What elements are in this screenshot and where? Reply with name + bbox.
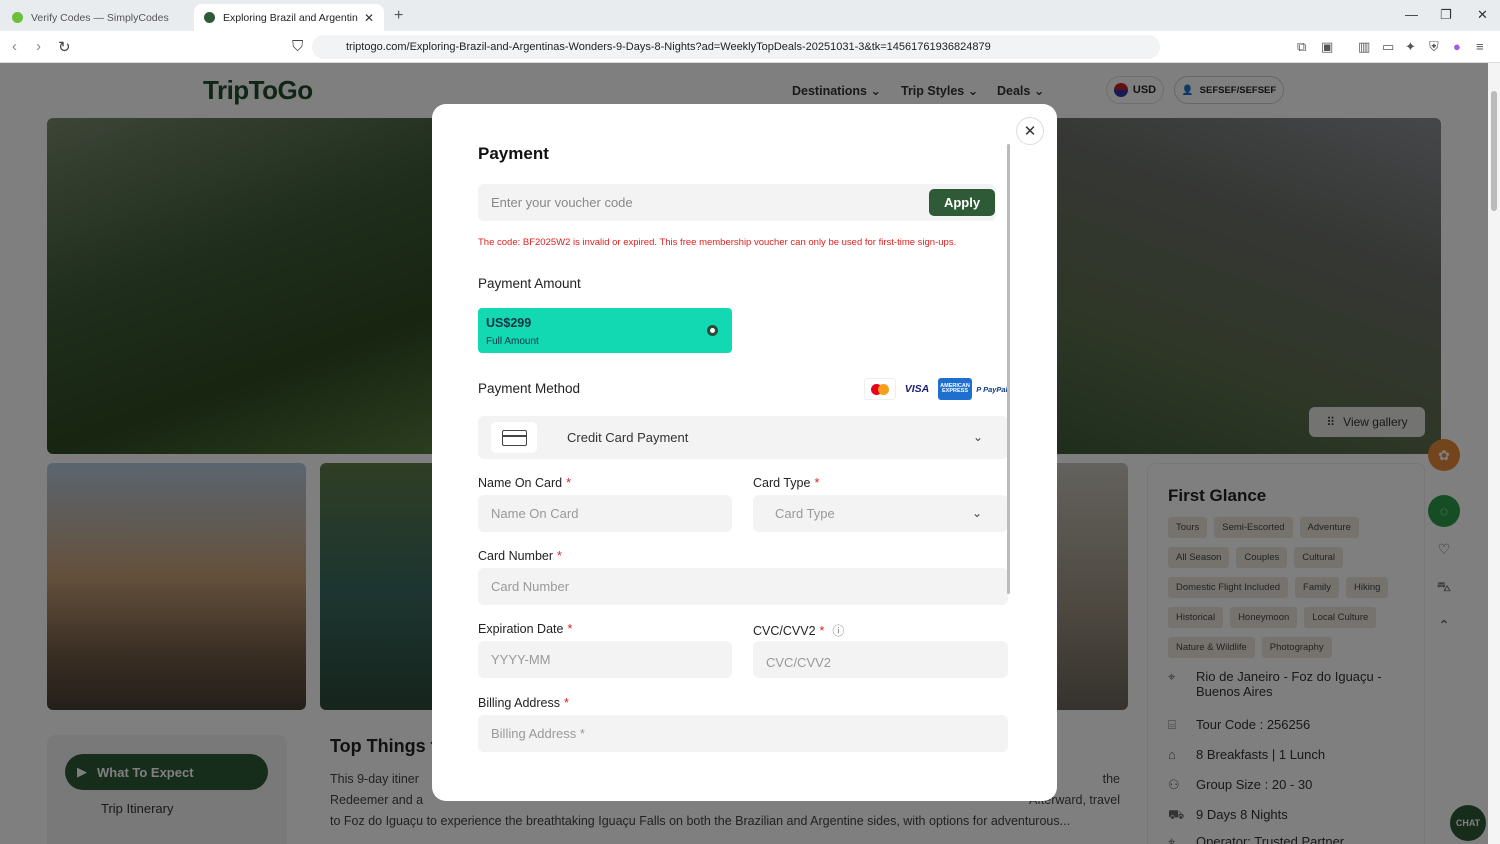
paypal-icon: P PayPal (976, 384, 1008, 394)
billing-address-field (478, 715, 1008, 752)
accepted-cards: VISA AMERICAN EXPRESS P PayPal (864, 378, 1008, 400)
card-type-label: Card Type * (753, 476, 819, 490)
amount-value: US$299 (486, 316, 532, 330)
scrollbar-thumb[interactable] (1491, 91, 1497, 211)
voucher-error-message: The code: BF2025W2 is invalid or expired… (478, 237, 957, 248)
field-label: CVC/CVV2 (753, 624, 816, 638)
page-scrollbar[interactable] (1488, 63, 1500, 844)
field-label: Card Type (753, 476, 811, 490)
tab-title: Verify Codes — SimplyCodes (31, 11, 169, 24)
sidebar-icon[interactable]: ▥ (1358, 39, 1370, 55)
extensions-icon[interactable]: ⧉ (1297, 39, 1306, 55)
field-label: Card Number (478, 549, 554, 563)
required-mark: * (566, 476, 571, 490)
close-window-button[interactable]: ✕ (1477, 7, 1488, 23)
field-label: Name On Card (478, 476, 563, 490)
name-on-card-field (478, 495, 732, 532)
voucher-field: Apply (478, 184, 996, 221)
triptogo-favicon-icon (204, 12, 215, 23)
selected-radio-icon[interactable] (707, 325, 718, 336)
card-number-field (478, 568, 1008, 605)
required-mark: * (819, 624, 825, 638)
apply-voucher-button[interactable]: Apply (929, 189, 995, 216)
browser-tab-bar: Verify Codes — SimplyCodes Exploring Bra… (0, 0, 1500, 31)
payment-title: Payment (478, 144, 549, 163)
leo-icon[interactable]: ✦ (1405, 39, 1416, 55)
close-modal-button[interactable]: ✕ (1016, 117, 1044, 145)
field-label: Billing Address (478, 696, 560, 710)
expiration-date-input[interactable] (478, 641, 732, 678)
expiration-date-field (478, 641, 732, 678)
payment-method-value: Credit Card Payment (567, 430, 689, 445)
visa-icon: VISA (904, 383, 930, 395)
card-number-input[interactable] (478, 568, 1008, 605)
field-label: Expiration Date (478, 622, 564, 636)
bookmark-icon[interactable]: ⛉ (292, 38, 303, 55)
minimize-window-button[interactable]: — (1405, 7, 1418, 22)
payment-method-select[interactable]: Credit Card Payment ⌄ (478, 416, 1008, 459)
required-mark: * (567, 622, 573, 636)
profile-icon[interactable]: ● (1453, 39, 1461, 54)
menu-icon[interactable]: ≡ (1476, 39, 1484, 54)
reader-icon[interactable]: ▣ (1321, 39, 1333, 55)
simplycodes-favicon-icon (12, 12, 23, 23)
url-text: triptogo.com/Exploring-Brazil-and-Argent… (346, 41, 991, 53)
tab-title: Exploring Brazil and Argentina's (223, 11, 358, 24)
modal-scrollbar[interactable] (1007, 144, 1010, 594)
info-icon[interactable]: ⓘ (832, 624, 844, 638)
full-amount-option[interactable]: US$299 Full Amount (478, 308, 732, 353)
amex-icon: AMERICAN EXPRESS (938, 378, 972, 400)
tab-verify-codes[interactable]: Verify Codes — SimplyCodes (2, 4, 192, 31)
new-tab-button[interactable]: + (394, 7, 403, 25)
tab-exploring-brazil[interactable]: Exploring Brazil and Argentina's ✕ (194, 4, 384, 31)
card-type-placeholder: Card Type (775, 506, 835, 521)
back-icon[interactable]: ‹ (12, 38, 17, 55)
close-icon: ✕ (1023, 123, 1037, 140)
vpn-icon[interactable]: ⛨ (1429, 39, 1439, 55)
maximize-window-button[interactable]: ❐ (1440, 7, 1452, 23)
voucher-input[interactable] (478, 184, 918, 221)
payment-modal: ✕ Payment Apply The code: BF2025W2 is in… (432, 104, 1057, 801)
forward-icon[interactable]: › (36, 38, 41, 55)
required-mark: * (557, 549, 562, 563)
expiration-date-label: Expiration Date * (478, 622, 572, 636)
cvc-input[interactable] (753, 641, 1008, 678)
required-mark: * (814, 476, 820, 490)
name-on-card-input[interactable] (478, 495, 732, 532)
reload-icon[interactable]: ↻ (58, 38, 71, 56)
cvc-field (753, 641, 1008, 678)
payment-amount-label: Payment Amount (478, 276, 581, 291)
page-content: TripToGo Destinations ⌄ Trip Styles ⌄ De… (0, 63, 1488, 844)
credit-card-icon (491, 422, 537, 453)
close-tab-icon[interactable]: ✕ (364, 11, 374, 25)
billing-address-input[interactable] (478, 715, 1008, 752)
name-on-card-label: Name On Card * (478, 476, 571, 490)
billing-address-label: Billing Address * (478, 696, 569, 710)
url-field[interactable]: triptogo.com/Exploring-Brazil-and-Argent… (312, 35, 1160, 59)
card-number-label: Card Number * (478, 549, 562, 563)
mastercard-icon (864, 378, 896, 400)
payment-method-label: Payment Method (478, 381, 581, 396)
amount-subtitle: Full Amount (486, 336, 539, 347)
address-bar: ‹ › ↻ ⛉ triptogo.com/Exploring-Brazil-an… (0, 31, 1500, 63)
wallet-icon[interactable]: ▭ (1382, 39, 1394, 55)
card-type-select[interactable]: Card Type ⌄ (753, 495, 1008, 532)
required-mark: * (564, 696, 569, 710)
cvc-label: CVC/CVV2 * ⓘ (753, 622, 844, 639)
chevron-down-icon: ⌄ (972, 506, 983, 520)
chevron-down-icon: ⌄ (973, 430, 984, 444)
